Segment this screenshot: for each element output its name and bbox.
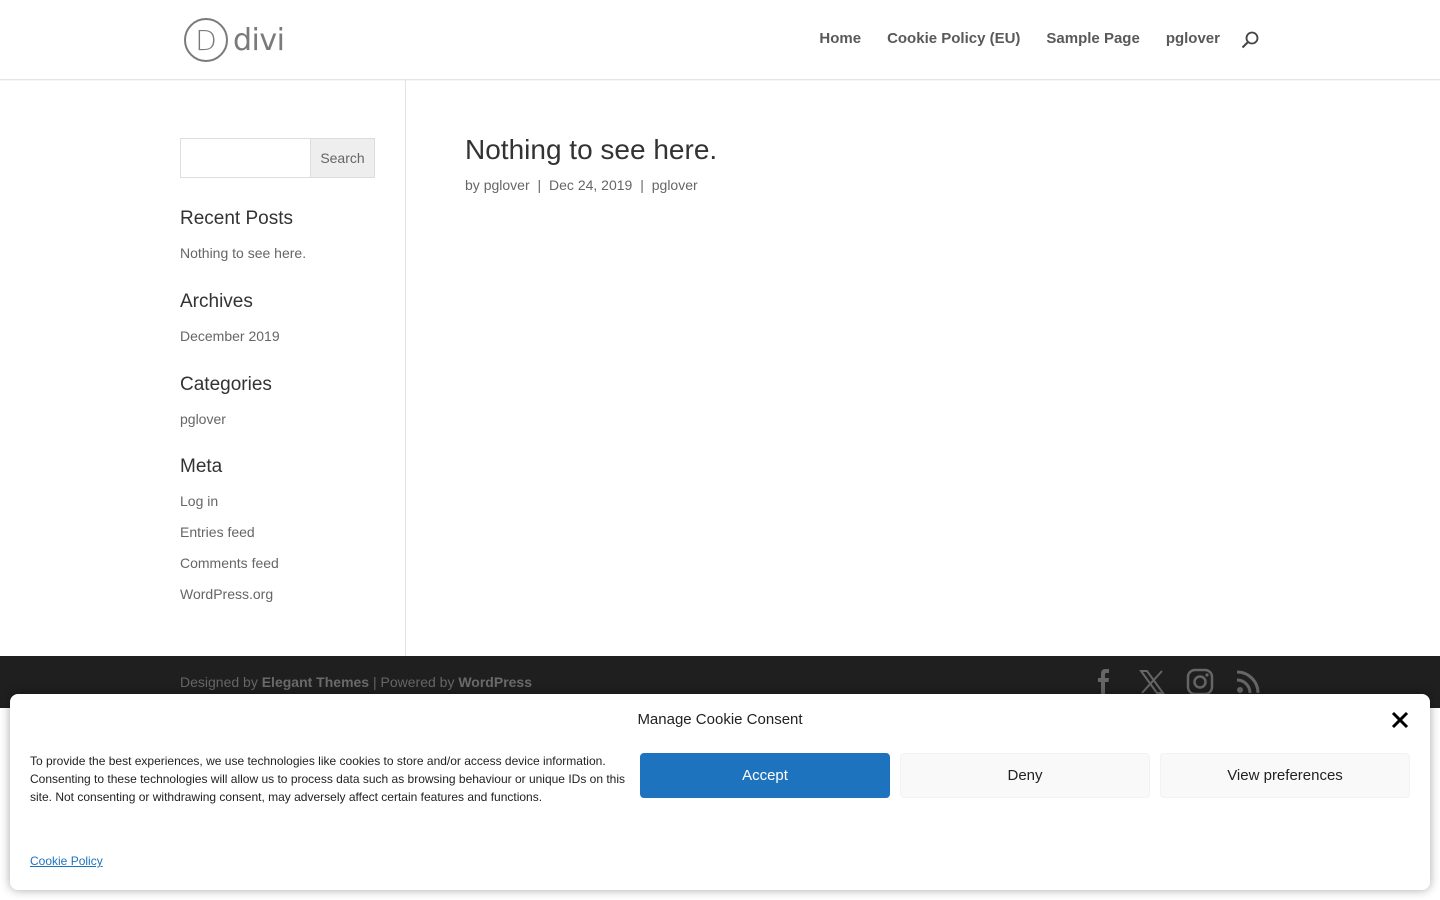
rss-icon[interactable] (1234, 668, 1262, 696)
post-title-link[interactable]: Nothing to see here. (465, 134, 717, 165)
cookie-banner-message: To provide the best experiences, we use … (30, 754, 626, 804)
instagram-icon[interactable] (1186, 668, 1214, 696)
categories-title: Categories (180, 374, 272, 395)
meta-login-link[interactable]: Log in (180, 493, 218, 509)
main-nav: Home Cookie Policy (EU) Sample Page pglo… (793, 30, 1220, 47)
footer-powered-by: | Powered by (372, 674, 455, 690)
meta-title: Meta (180, 456, 223, 477)
x-icon[interactable] (1138, 668, 1166, 696)
footer-credits: Designed by Elegant Themes | Powered by … (180, 674, 532, 690)
archive-link[interactable]: December 2019 (180, 328, 280, 344)
cookie-consent-banner: Manage Cookie Consent To provide the bes… (10, 694, 1430, 890)
view-preferences-button[interactable]: View preferences (1160, 753, 1410, 798)
logo-text: divi (233, 22, 285, 58)
post-title[interactable]: Nothing to see here. (465, 134, 717, 166)
recent-post-link[interactable]: Nothing to see here. (180, 245, 306, 261)
site-logo[interactable]: D divi (184, 18, 285, 62)
post-date: Dec 24, 2019 (549, 177, 633, 193)
facebook-icon[interactable] (1090, 668, 1118, 696)
search-button[interactable]: Search (310, 138, 375, 178)
footer-designed-by: Designed by (180, 674, 258, 690)
search-icon[interactable] (1241, 31, 1259, 49)
meta-comments-feed-link[interactable]: Comments feed (180, 555, 279, 571)
cookie-policy-link[interactable]: Cookie Policy (30, 854, 103, 868)
category-link[interactable]: pglover (180, 411, 226, 427)
search-input[interactable] (180, 138, 310, 178)
post-meta: by pglover | Dec 24, 2019 | pglover (465, 177, 698, 193)
close-icon[interactable] (1390, 710, 1410, 730)
nav-sample-page[interactable]: Sample Page (1046, 30, 1139, 47)
deny-button[interactable]: Deny (900, 753, 1150, 798)
nav-home[interactable]: Home (819, 30, 861, 47)
accept-button[interactable]: Accept (640, 753, 890, 798)
cookie-banner-title: Manage Cookie Consent (637, 711, 803, 728)
nav-cookie-policy[interactable]: Cookie Policy (EU) (887, 30, 1020, 47)
post-author-link[interactable]: pglover (484, 177, 530, 193)
sidebar-divider (405, 80, 406, 656)
post-meta-by: by (465, 177, 480, 193)
post-meta-separator: | (537, 177, 542, 193)
nav-pglover[interactable]: pglover (1166, 30, 1220, 47)
sidebar-search-form: Search (180, 138, 375, 178)
sidebar: Search Recent Posts Nothing to see here.… (180, 138, 375, 610)
post-meta-separator: | (640, 177, 644, 193)
categories-list: pglover (180, 404, 375, 435)
logo-mark: D (184, 18, 228, 62)
footer-elegant-themes-link[interactable]: Elegant Themes (262, 674, 369, 690)
social-icons (1090, 668, 1262, 696)
recent-posts-list: Nothing to see here. (180, 238, 375, 269)
recent-posts-title: Recent Posts (180, 208, 293, 229)
site-header: D divi Home Cookie Policy (EU) Sample Pa… (0, 0, 1440, 80)
archives-list: December 2019 (180, 321, 375, 352)
meta-entries-feed-link[interactable]: Entries feed (180, 524, 255, 540)
meta-list: Log in Entries feed Comments feed WordPr… (180, 486, 375, 610)
archives-title: Archives (180, 291, 253, 312)
footer-wordpress-link[interactable]: WordPress (458, 674, 532, 690)
meta-wordpress-link[interactable]: WordPress.org (180, 586, 273, 602)
post-category-link[interactable]: pglover (652, 177, 698, 193)
